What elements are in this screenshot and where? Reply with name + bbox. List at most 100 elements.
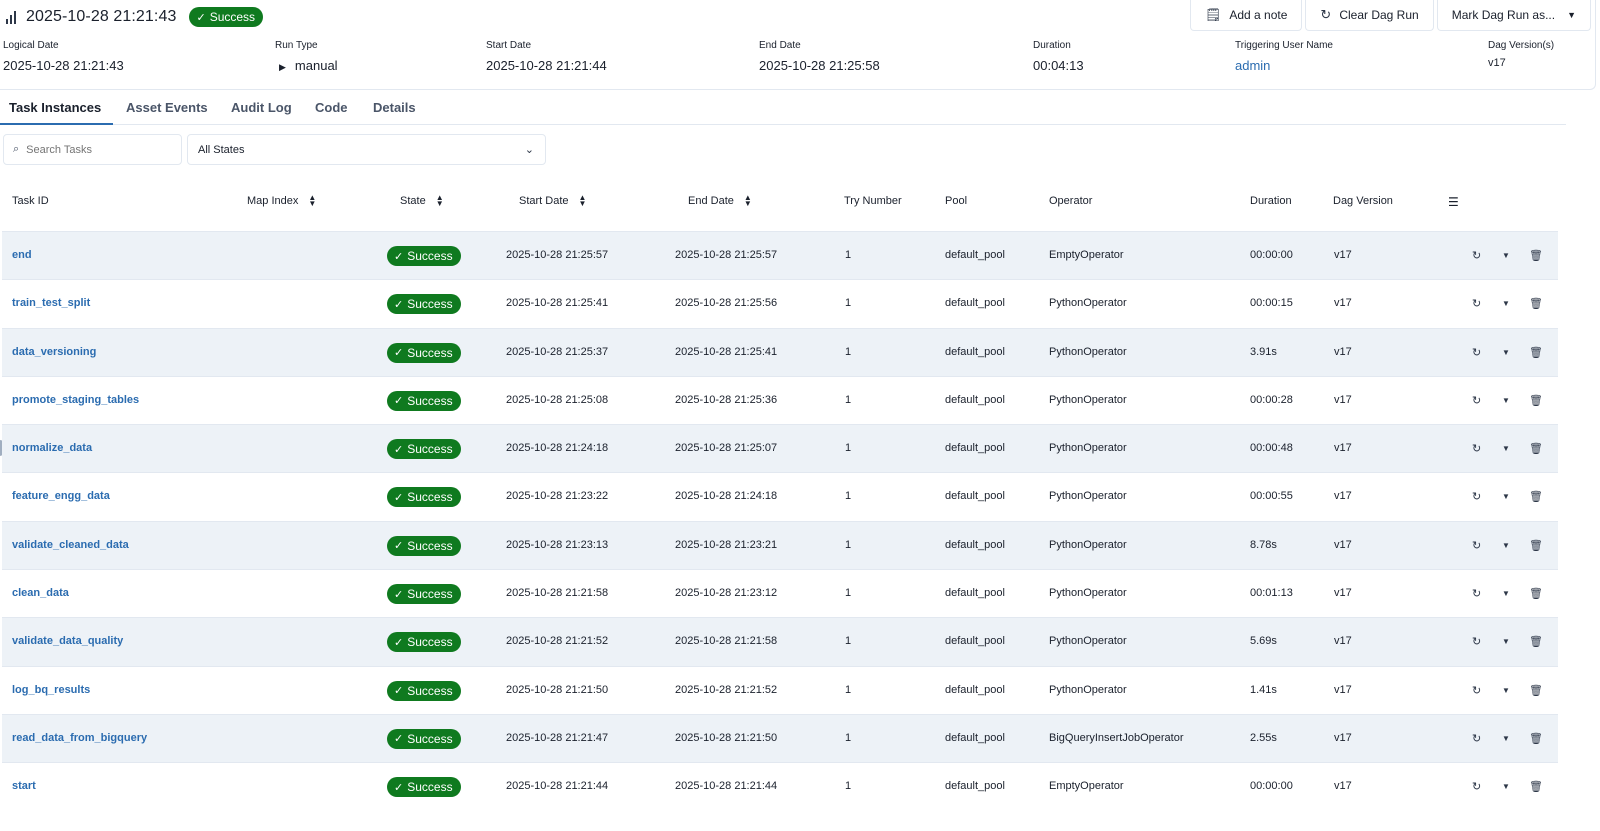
clear-task-icon[interactable]: ↻: [1472, 635, 1481, 648]
sort-icon[interactable]: ▲ ▼: [744, 194, 752, 208]
tab-task-instances[interactable]: Task Instances: [0, 100, 113, 125]
try-number-cell: 1: [845, 538, 852, 551]
check-icon: ✓: [394, 636, 404, 649]
table-row: log_bq_results ✓ Success 2025-10-28 21:21…: [2, 665, 1558, 714]
search-input[interactable]: [26, 143, 167, 156]
mark-task-dropdown-icon[interactable]: ▼: [1502, 251, 1510, 260]
trash-icon[interactable]: 🗑: [1529, 539, 1543, 552]
mark-task-dropdown-icon[interactable]: ▼: [1502, 686, 1510, 695]
dag-version-cell: v17: [1334, 635, 1352, 648]
clear-task-icon[interactable]: ↻: [1472, 684, 1481, 697]
trash-icon[interactable]: 🗑: [1529, 635, 1543, 648]
trash-icon[interactable]: 🗑: [1529, 587, 1543, 600]
trash-icon[interactable]: 🗑: [1529, 732, 1543, 745]
mark-task-dropdown-icon[interactable]: ▼: [1502, 589, 1510, 598]
task-id-link[interactable]: end: [12, 249, 32, 261]
mark-task-dropdown-icon[interactable]: ▼: [1502, 541, 1510, 550]
mark-task-dropdown-icon[interactable]: ▼: [1502, 299, 1510, 308]
col-start-date[interactable]: Start Date ▲ ▼: [519, 194, 587, 208]
clear-task-icon[interactable]: ↻: [1472, 442, 1481, 455]
pool-cell: default_pool: [945, 490, 1005, 503]
trash-icon[interactable]: 🗑: [1529, 249, 1543, 262]
mark-task-dropdown-icon[interactable]: ▼: [1502, 734, 1510, 743]
trash-icon[interactable]: 🗑: [1529, 346, 1543, 359]
mark-task-dropdown-icon[interactable]: ▼: [1502, 782, 1510, 791]
check-icon: ✓: [394, 781, 404, 794]
check-icon: ✓: [394, 733, 404, 746]
task-id-link[interactable]: promote_staging_tables: [12, 394, 139, 406]
end-date-cell: 2025-10-28 21:24:18: [675, 490, 778, 503]
trash-icon[interactable]: 🗑: [1529, 490, 1543, 503]
duration-cell: 5.69s: [1250, 635, 1277, 648]
trash-icon[interactable]: 🗑: [1529, 394, 1543, 407]
mark-task-dropdown-icon[interactable]: ▼: [1502, 444, 1510, 453]
sort-icon[interactable]: ▲ ▼: [436, 194, 444, 208]
col-label: Pool: [945, 195, 968, 207]
start-date-cell: 2025-10-28 21:25:41: [506, 297, 609, 310]
mark-task-dropdown-icon[interactable]: ▼: [1502, 396, 1510, 405]
try-number-cell: 1: [845, 442, 852, 455]
trash-icon[interactable]: 🗑: [1529, 297, 1543, 310]
task-id-link[interactable]: clean_data: [12, 587, 69, 599]
success-badge: ✓ Success: [387, 584, 461, 605]
task-id-link[interactable]: data_versioning: [12, 346, 96, 358]
col-map-index[interactable]: Map Index ▲ ▼: [247, 194, 316, 208]
state-cell: ✓ Success: [387, 632, 461, 653]
task-id-link[interactable]: validate_data_quality: [12, 635, 123, 647]
table-row: start ✓ Success 2025-10-28 21:21:44 2025-…: [2, 762, 1558, 810]
trash-icon[interactable]: 🗑: [1529, 780, 1543, 793]
state-filter-select[interactable]: All States ⌄: [187, 134, 546, 165]
mark-task-dropdown-icon[interactable]: ▼: [1502, 492, 1510, 501]
state-label: Success: [407, 683, 453, 698]
clear-task-icon[interactable]: ↻: [1472, 780, 1481, 793]
check-icon: ✓: [394, 298, 404, 311]
triggering-user-link[interactable]: admin: [1235, 58, 1333, 73]
task-id-link[interactable]: feature_engg_data: [12, 490, 110, 502]
end-date-cell: 2025-10-28 21:25:57: [675, 249, 778, 261]
start-date-cell: 2025-10-28 21:21:44: [506, 780, 609, 793]
task-id-link[interactable]: normalize_data: [12, 442, 92, 454]
task-id-link[interactable]: train_test_split: [12, 297, 90, 309]
column-filter-icon[interactable]: ☰: [1448, 195, 1459, 209]
check-icon: ✓: [394, 540, 404, 553]
table-header: Task ID Map Index ▲ ▼ State ▲ ▼ Start Date ▲ ▼…: [2, 187, 1558, 217]
tab-asset-events[interactable]: Asset Events: [126, 100, 208, 125]
state-cell: ✓ Success: [387, 294, 461, 315]
tab-code[interactable]: Code: [315, 100, 348, 125]
col-label: State: [400, 195, 426, 207]
clear-task-icon[interactable]: ↻: [1472, 297, 1481, 310]
mark-dag-run-button[interactable]: Mark Dag Run as... ▼: [1436, 0, 1591, 31]
clear-task-icon[interactable]: ↻: [1472, 346, 1481, 359]
status-badge-label: Success: [209, 10, 256, 24]
state-cell: ✓ Success: [387, 487, 461, 508]
sort-icon[interactable]: ▲ ▼: [579, 194, 587, 208]
task-id-link[interactable]: validate_cleaned_data: [12, 539, 129, 551]
clear-task-icon[interactable]: ↻: [1472, 394, 1481, 407]
col-end-date[interactable]: End Date ▲ ▼: [688, 194, 752, 208]
clear-task-icon[interactable]: ↻: [1472, 490, 1481, 503]
task-id-link[interactable]: read_data_from_bigquery: [12, 732, 147, 744]
clear-task-icon[interactable]: ↻: [1472, 539, 1481, 552]
clear-task-icon[interactable]: ↻: [1472, 732, 1481, 745]
start-date-cell: 2025-10-28 21:23:13: [506, 538, 609, 551]
mark-task-dropdown-icon[interactable]: ▼: [1502, 637, 1510, 646]
clear-dag-run-button[interactable]: ↻ Clear Dag Run: [1305, 0, 1434, 31]
clear-dag-run-label: Clear Dag Run: [1339, 8, 1419, 22]
task-id-link[interactable]: log_bq_results: [12, 684, 90, 696]
dag-version-cell: v17: [1334, 538, 1352, 551]
trash-icon[interactable]: 🗑: [1529, 442, 1543, 455]
clear-task-icon[interactable]: ↻: [1472, 587, 1481, 600]
clear-task-icon[interactable]: ↻: [1472, 249, 1481, 262]
mark-task-dropdown-icon[interactable]: ▼: [1502, 348, 1510, 357]
task-id-link[interactable]: start: [12, 780, 36, 792]
table-row: clean_data ✓ Success 2025-10-28 21:21:58 …: [2, 569, 1558, 617]
state-cell: ✓ Success: [387, 728, 461, 749]
trash-icon[interactable]: 🗑: [1529, 684, 1543, 697]
tab-details[interactable]: Details: [373, 100, 416, 125]
run-metadata: Logical Date 2025-10-28 21:21:43 Run Typ…: [0, 40, 1595, 80]
add-note-button[interactable]: 🗒 Add a note: [1189, 0, 1303, 31]
tab-audit-log[interactable]: Audit Log: [231, 100, 292, 125]
operator-cell: PythonOperator: [1049, 490, 1127, 503]
col-state[interactable]: State ▲ ▼: [400, 194, 444, 208]
sort-icon[interactable]: ▲ ▼: [308, 194, 316, 208]
